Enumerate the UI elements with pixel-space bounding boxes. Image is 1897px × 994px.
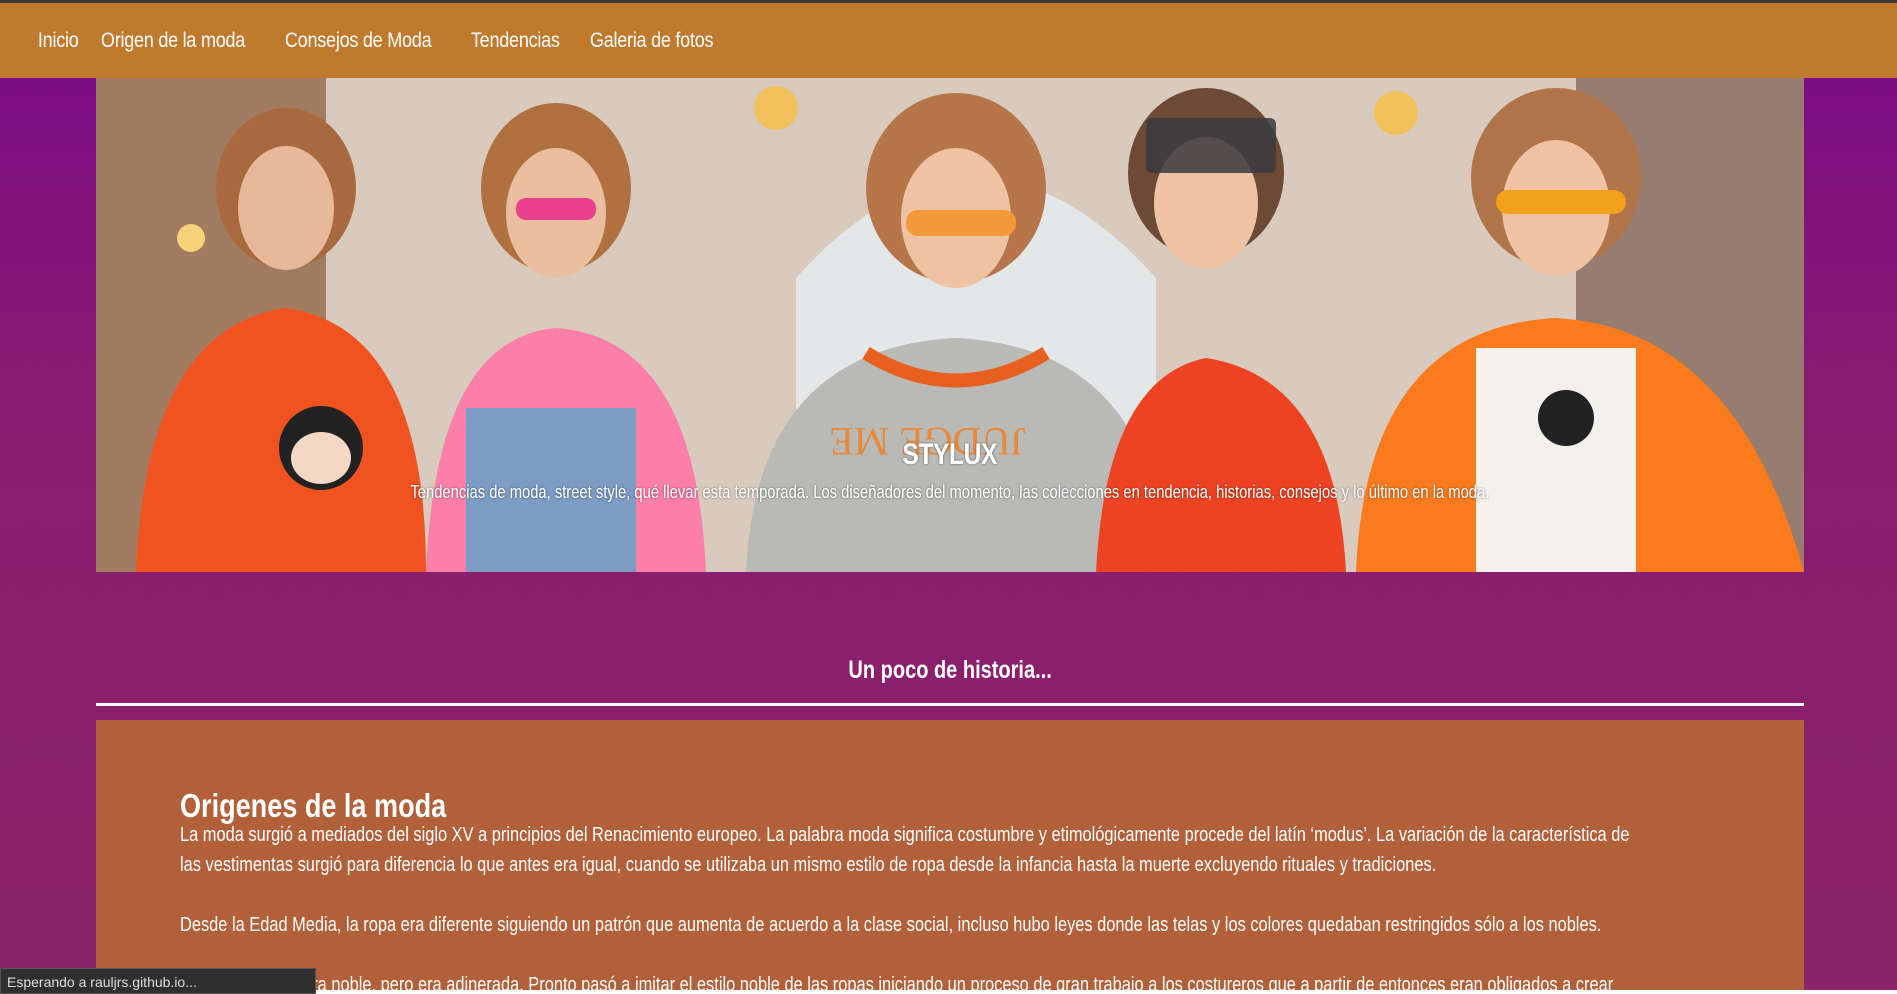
nav-link-origen[interactable]: Origen de la moda [88, 29, 258, 53]
article-paragraph: La moda surgió a mediados del siglo XV a… [180, 824, 1630, 876]
nav-link-tendencias[interactable]: Tendencias [458, 29, 573, 53]
article-paragraph: Desde la Edad Media, la ropa era diferen… [180, 914, 1602, 936]
main-navbar: Inicio Origen de la moda Consejos de Mod… [0, 3, 1897, 78]
hero-subtitle: Tendencias de moda, street style, qué ll… [410, 482, 1490, 502]
nav-link-inicio[interactable]: Inicio [25, 29, 91, 53]
section-title: Un poco de historia... [848, 656, 1052, 684]
section-divider [96, 703, 1804, 706]
hero-title: STYLUX [902, 438, 998, 471]
nav-link-consejos[interactable]: Consejos de Moda [272, 29, 444, 53]
browser-status-bar: Esperando a rauljrs.github.io... [0, 968, 316, 994]
hero-banner: JUDGE ME STYLUX Tendencias de moda, stre… [96, 78, 1804, 572]
nav-link-galeria[interactable]: Galeria de fotos [577, 29, 726, 53]
article-card: Origenes de la moda La moda surgió a med… [96, 720, 1804, 994]
